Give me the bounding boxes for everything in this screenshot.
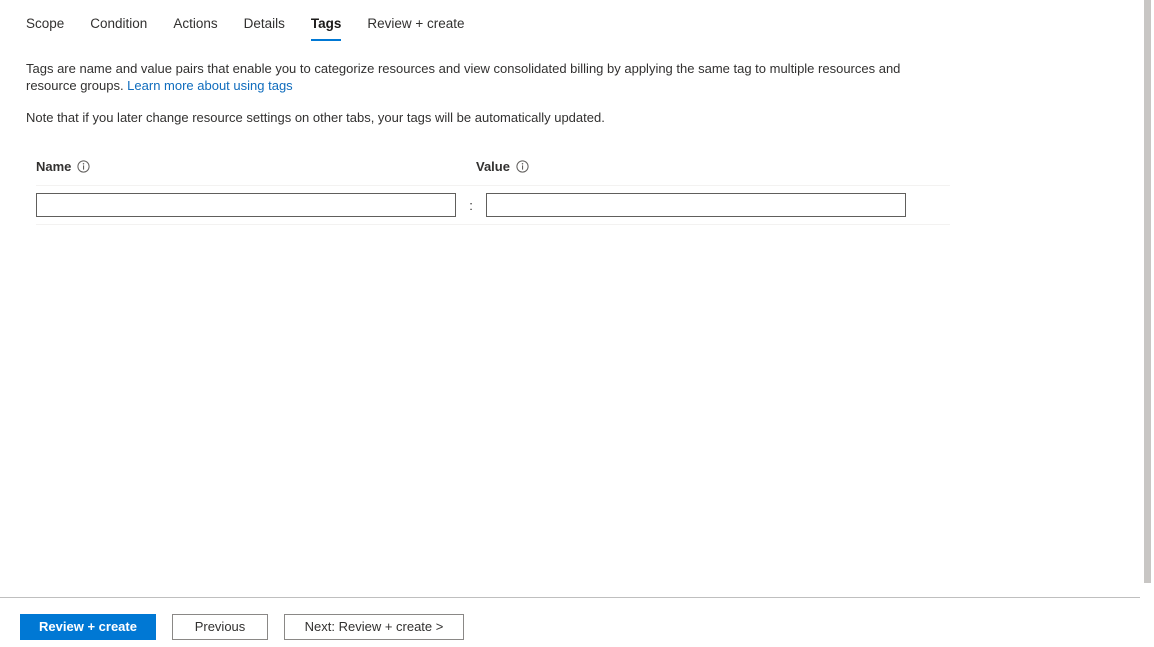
tab-details[interactable]: Details	[244, 16, 285, 41]
pane-scrollbar-thumb[interactable]	[1144, 0, 1151, 583]
learn-more-about-using-tags-link[interactable]: Learn more about using tags	[127, 78, 293, 93]
name-info-icon[interactable]	[77, 159, 91, 173]
value-column-header: Value	[476, 159, 916, 174]
tag-grid-header-row: Name Value	[36, 155, 950, 177]
tags-wizard-pane: Scope Condition Actions Details Tags Rev…	[0, 0, 1154, 647]
value-column-label: Value	[476, 158, 510, 174]
footer-divider	[0, 597, 1140, 598]
review-create-button[interactable]: Review + create	[20, 614, 156, 640]
tab-condition[interactable]: Condition	[90, 16, 147, 41]
name-column-label: Name	[36, 158, 72, 174]
name-column-header: Name	[36, 159, 476, 174]
tag-grid: Name Value:	[36, 155, 950, 225]
previous-button[interactable]: Previous	[172, 614, 268, 640]
next-review-create-button[interactable]: Next: Review + create >	[284, 614, 464, 640]
tab-tags[interactable]: Tags	[310, 16, 341, 41]
tab-review-create[interactable]: Review + create	[367, 16, 464, 41]
tags-description-text: Tags are name and value pairs that enabl…	[26, 60, 906, 94]
tag-name-input[interactable]	[36, 193, 456, 217]
value-info-icon[interactable]	[516, 159, 529, 173]
tag-row: :	[36, 185, 950, 225]
tab-actions[interactable]: Actions	[173, 16, 217, 41]
wizard-footer-bar: Review + create Previous Next: Review + …	[20, 614, 464, 640]
tag-key-value-separator: :	[469, 197, 473, 213]
wizard-tab-strip: Scope Condition Actions Details Tags Rev…	[26, 16, 465, 46]
tag-value-input[interactable]	[486, 193, 906, 217]
description-block: Tags are name and value pairs that enabl…	[26, 60, 906, 125]
pane-scrollbar[interactable]	[1141, 0, 1154, 597]
tags-note-text: Note that if you later change resource s…	[26, 110, 605, 125]
tab-scope[interactable]: Scope	[26, 16, 64, 41]
